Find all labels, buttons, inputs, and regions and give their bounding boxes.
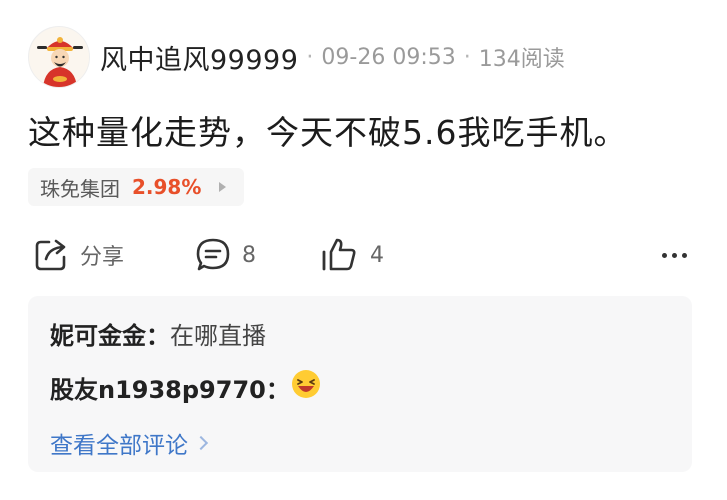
caishen-avatar-icon [29,27,89,87]
meta-separator: · [306,44,314,70]
post-header: 风中追风99999 · 09-26 09:53 · 134阅读 [100,38,565,77]
stock-name: 珠免集团 [40,176,120,201]
comment-item[interactable]: 股友n1938p9770 ： [50,368,322,406]
chevron-right-icon [193,435,209,451]
comment-count: 8 [242,242,256,268]
play-arrow-icon [219,182,227,192]
comments-preview: 妮可金金 ： 在哪直播 股友n1938p9770 ： 查看全部评论 [28,296,692,472]
comment-colon: ： [265,375,290,404]
share-button[interactable]: 分享 [32,230,124,280]
comment-icon [196,238,230,271]
like-button[interactable]: 4 [320,230,384,280]
view-all-comments-link[interactable]: 查看全部评论 [50,426,209,460]
post-content[interactable]: 这种量化走势，今天不破5.6我吃手机。 [28,106,627,154]
laughing-emoji-icon [290,368,322,406]
more-options-icon[interactable] [662,242,687,268]
stock-change: 2.98% [132,175,202,199]
share-icon [35,239,66,271]
share-label: 分享 [80,245,125,270]
action-bar: 分享 8 4 [0,230,727,280]
like-count: 4 [370,242,384,268]
comment-author[interactable]: 股友n1938p9770 [50,370,266,405]
read-count: 134阅读 [478,47,565,72]
author-avatar[interactable] [28,26,90,88]
post-time: 09-26 09:53 [321,44,456,70]
comment-colon: ： [146,322,170,350]
stock-tag[interactable]: 珠免集团 2.98% [28,168,245,206]
post-card: 风中追风99999 · 09-26 09:53 · 134阅读 这种量化走势，今… [0,0,727,500]
view-all-label: 查看全部评论 [50,433,188,459]
comment-item[interactable]: 妮可金金 ： 在哪直播 [50,316,266,351]
comment-text: 在哪直播 [170,322,266,350]
thumbs-up-icon [322,238,356,271]
comment-author[interactable]: 妮可金金 [50,316,146,351]
comment-button[interactable]: 8 [194,230,256,280]
author-name[interactable]: 风中追风99999 [100,38,298,77]
meta-separator: · [463,44,471,70]
